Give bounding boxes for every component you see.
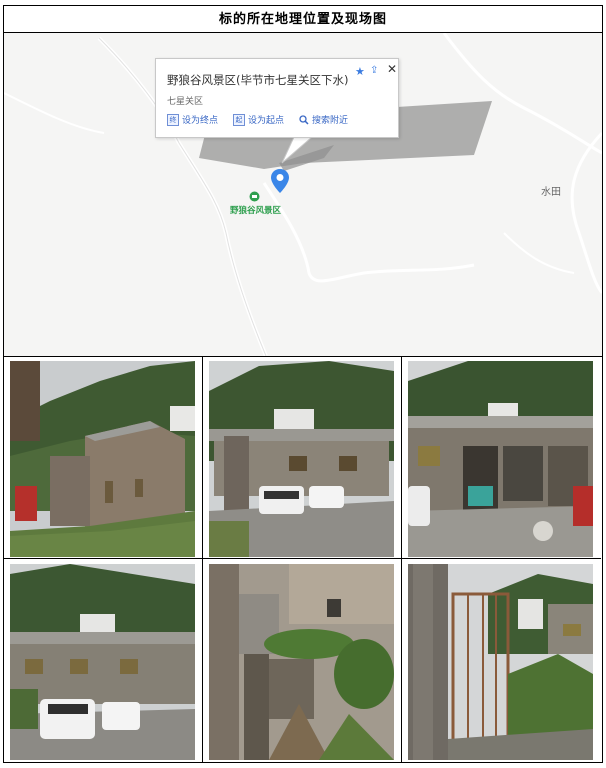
photo-cell-1	[4, 356, 203, 559]
photo-4	[10, 564, 195, 760]
favorite-star-icon[interactable]: ★	[355, 65, 365, 78]
photo-grid	[4, 356, 602, 762]
popup-subtitle: 七星关区	[167, 97, 204, 107]
set-origin-button[interactable]: 起 设为起点	[233, 113, 284, 126]
search-nearby-button[interactable]: 搜索附近	[299, 113, 348, 126]
origin-icon: 起	[233, 113, 246, 126]
photo-cell-4	[4, 559, 203, 762]
photo-cell-2	[203, 356, 402, 559]
photo-6	[408, 564, 593, 760]
photo-3	[408, 361, 593, 557]
photo-5	[209, 564, 394, 760]
poi-label[interactable]: 野狼谷风景区	[230, 204, 281, 216]
popup-title: 野狼谷风景区(毕节市七星关区下水)	[167, 73, 349, 87]
location-pin-icon[interactable]	[270, 168, 290, 194]
photo-cell-3	[402, 356, 601, 559]
page-title: 标的所在地理位置及现场图	[4, 6, 602, 33]
document-frame: 标的所在地理位置及现场图 野狼谷风景区(毕节市七星关区下水) 七星关区 ★ ⇪ …	[3, 5, 603, 763]
photo-cell-5	[203, 559, 402, 762]
share-icon[interactable]: ⇪	[370, 65, 378, 76]
town-label: 水田	[541, 187, 561, 198]
photo-cell-6	[402, 559, 601, 762]
scenic-spot-icon	[249, 191, 260, 202]
set-destination-button[interactable]: 终 设为终点	[167, 113, 218, 126]
location-popup: 野狼谷风景区(毕节市七星关区下水) 七星关区 ★ ⇪ ✕ 终 设为终点 起 设为…	[155, 58, 399, 138]
map-panel[interactable]: 野狼谷风景区(毕节市七星关区下水) 七星关区 ★ ⇪ ✕ 终 设为终点 起 设为…	[4, 33, 602, 357]
search-icon	[299, 114, 309, 125]
photo-1	[10, 361, 195, 557]
destination-icon: 终	[167, 113, 179, 126]
close-icon[interactable]: ✕	[387, 62, 397, 76]
photo-2	[209, 361, 394, 557]
